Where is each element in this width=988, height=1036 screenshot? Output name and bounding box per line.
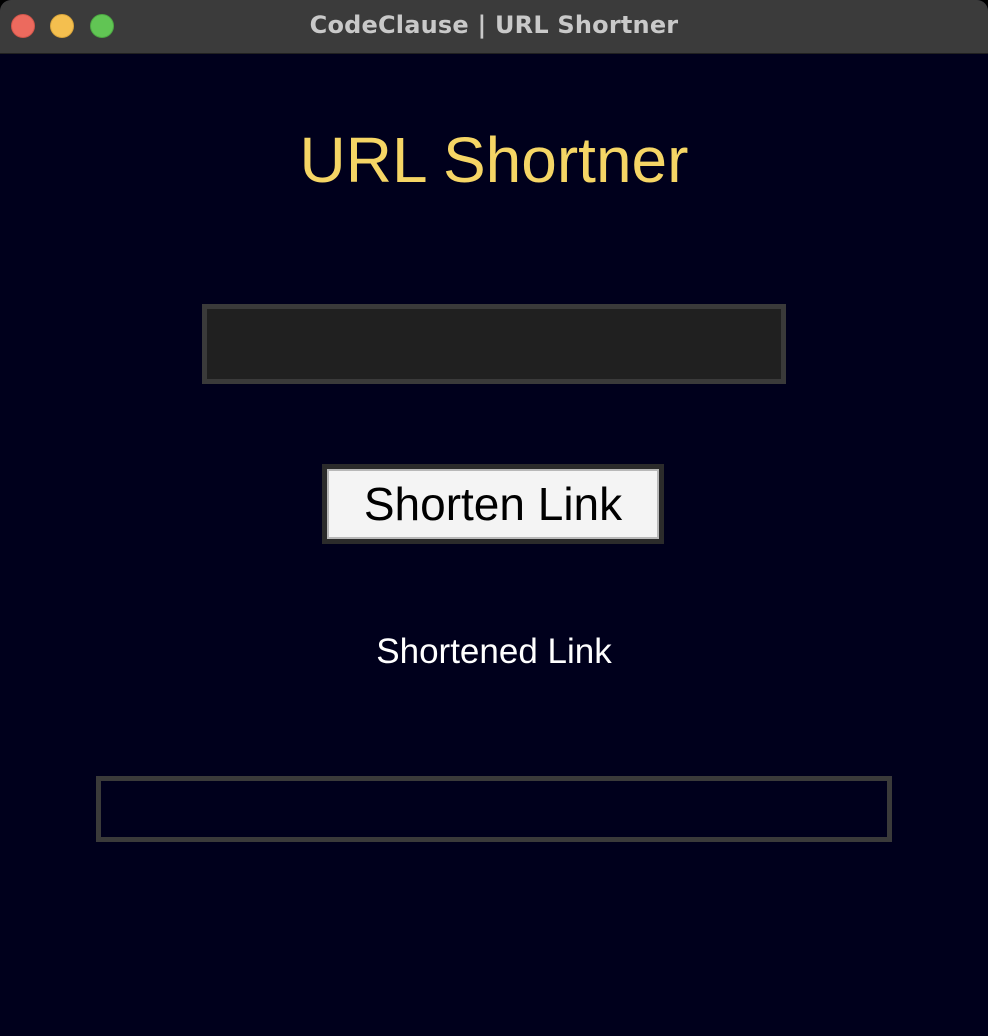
shortened-link-output[interactable] xyxy=(96,776,892,842)
page-title: URL Shortner xyxy=(299,124,689,196)
shorten-button-frame: Shorten Link xyxy=(322,464,664,544)
window-title: CodeClause | URL Shortner xyxy=(309,11,679,39)
shortened-link-label: Shortened Link xyxy=(376,632,612,671)
app-window: CodeClause | URL Shortner URL Shortner S… xyxy=(0,0,988,1036)
main-content: URL Shortner Shorten Link Shortened Link xyxy=(0,54,988,1036)
shorten-link-button[interactable]: Shorten Link xyxy=(327,469,659,539)
title-bar[interactable]: CodeClause | URL Shortner xyxy=(0,0,988,54)
url-input[interactable] xyxy=(202,304,786,384)
